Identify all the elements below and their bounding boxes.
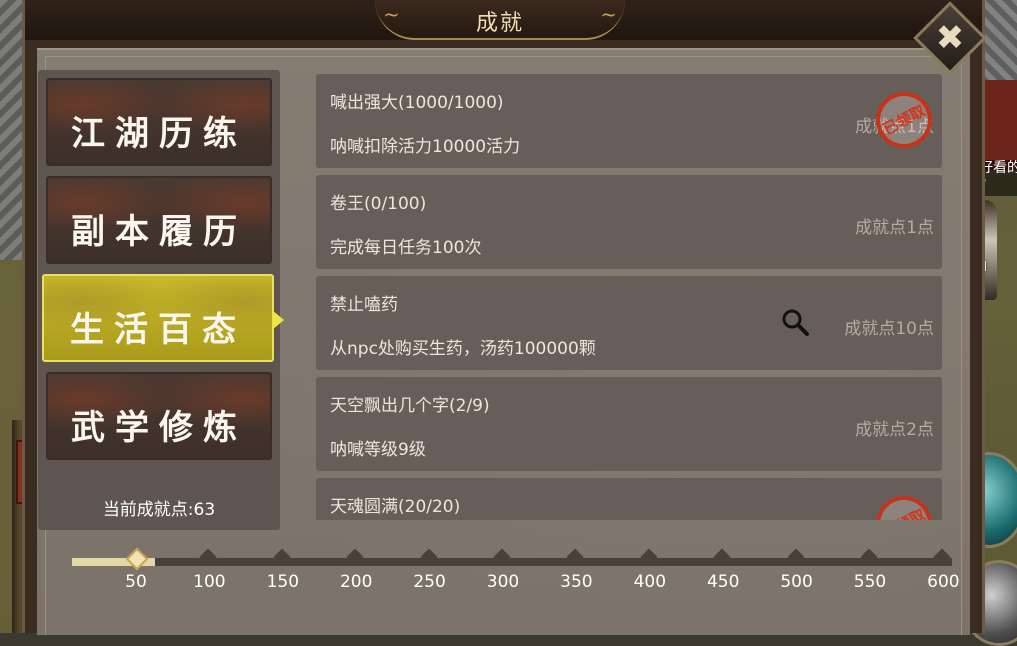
title-plate: ~ ~ 成就 — [375, 0, 625, 40]
milestone-label: 350 — [560, 572, 593, 592]
category-tabs: 江湖历练 副本履历 生活百态 武学修炼 当前成就点:63 — [38, 70, 284, 530]
milestone-label: 500 — [780, 572, 813, 592]
achievement-name: 天空飘出几个字(2/9) — [330, 396, 490, 416]
milestone-label: 150 — [266, 572, 300, 592]
close-x-icon[interactable]: ✖ — [924, 12, 976, 64]
achievement-item[interactable]: 卷王(0/100) 完成每日任务100次 成就点1点 — [316, 175, 942, 269]
title-bar: ~ ~ 成就 — [25, 0, 982, 40]
claimed-stamp: 已领取 — [866, 82, 942, 158]
achievement-item[interactable]: 禁止嗑药 从npc处购买生药，汤药100000颗 成就点10点 — [316, 276, 942, 370]
achievement-desc: 呐喊扣除活力10000活力 — [330, 137, 521, 157]
achievement-name: 天魂圆满(20/20) — [330, 497, 461, 517]
milestone-label: 200 — [339, 572, 373, 592]
milestone-label: 450 — [706, 572, 740, 592]
achievement-points: 成就点10点 — [844, 319, 934, 339]
achievement-desc: 完成每日任务100次 — [330, 238, 482, 258]
claimed-stamp: 已领取 — [866, 486, 942, 520]
tab-dungeon[interactable]: 副本履历 — [46, 176, 272, 264]
tab-label: 生活百态 — [70, 310, 246, 350]
current-points: 当前成就点:63 — [102, 500, 216, 520]
selected-arrow-icon — [272, 310, 284, 330]
achievement-desc: 呐喊等级9级 — [330, 440, 426, 460]
tab-label: 副本履历 — [71, 212, 247, 252]
search-icon[interactable] — [781, 308, 809, 336]
achievement-name: 喊出强大(1000/1000) — [330, 93, 504, 113]
achievement-desc: 从npc处购买生药，汤药100000颗 — [330, 339, 596, 359]
milestone-label: 600 — [927, 572, 960, 592]
milestone-label: 300 — [486, 572, 520, 592]
tab-martial[interactable]: 武学修炼 — [46, 372, 272, 460]
tab-label: 武学修炼 — [71, 408, 247, 448]
achievement-points: 成就点1点 — [855, 218, 934, 238]
milestone-label: 50 — [125, 572, 147, 592]
tab-life[interactable]: 生活百态 — [42, 274, 284, 362]
milestone-label: 100 — [193, 572, 226, 592]
achievement-name: 卷王(0/100) — [330, 194, 427, 214]
tab-label: 江湖历练 — [71, 114, 247, 154]
achievement-item[interactable]: 喊出强大(1000/1000) 呐喊扣除活力10000活力 成就点1点 已领取 — [316, 74, 942, 168]
achievement-list[interactable]: 喊出强大(1000/1000) 呐喊扣除活力10000活力 成就点1点 已领取 … — [316, 74, 942, 520]
milestone-label: 400 — [633, 572, 667, 592]
tab-jianghu[interactable]: 江湖历练 — [46, 78, 272, 166]
window-title: 成就 — [475, 11, 524, 36]
achievement-points: 成就点2点 — [855, 420, 934, 440]
achievement-name: 禁止嗑药 — [330, 295, 398, 315]
achievement-item[interactable]: 天空飘出几个字(2/9) 呐喊等级9级 成就点2点 — [316, 377, 942, 471]
milestone-label: 250 — [413, 572, 446, 592]
milestone-label: 550 — [853, 572, 887, 592]
achievement-item[interactable]: 天魂圆满(20/20) 已领取 — [316, 478, 942, 520]
